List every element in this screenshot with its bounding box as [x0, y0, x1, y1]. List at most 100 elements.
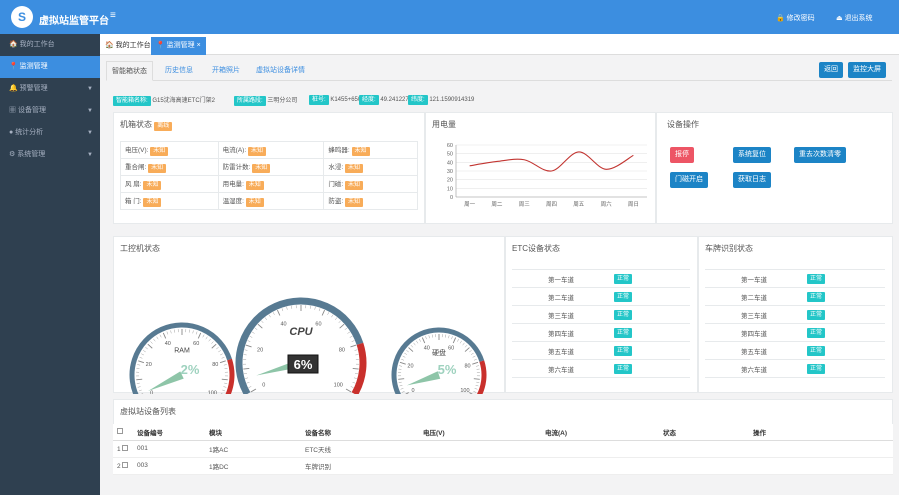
gauge-tick — [264, 317, 267, 321]
monitor-screen-button[interactable]: 监控大屏 — [848, 62, 886, 78]
table-row[interactable]: 1 001 1路AC ETC天线 — [113, 440, 893, 458]
row-checkbox[interactable] — [122, 444, 129, 451]
sidebar-item-5[interactable]: ⚙ 系统管理 ▼ — [0, 144, 100, 166]
door-open-button[interactable]: 门磁开启 — [670, 172, 708, 188]
page-tabs: 🏠 我的工作台 📍 监测管理 × — [100, 34, 899, 55]
close-icon[interactable]: × — [197, 42, 201, 49]
cabinet-cell: 箱 门: 未知 — [120, 192, 219, 210]
cabinet-cell: 风 扇: 未知 — [120, 175, 219, 193]
stop-button[interactable]: 报停 — [670, 147, 694, 163]
gauge-tick — [245, 344, 252, 348]
tab-monitoring[interactable]: 📍 监测管理 × — [151, 37, 206, 55]
sidebar-item-icon: ▦ — [9, 107, 16, 114]
gauge-tick — [421, 337, 426, 344]
sidebar-item-icon: 📍 — [9, 63, 18, 70]
tab-box-status[interactable]: 智能箱状态 — [106, 61, 153, 81]
sidebar-item-icon: 🏠 — [9, 41, 18, 48]
info-key: 纬度: — [408, 95, 428, 105]
table-row[interactable]: 2 003 1路DC 车牌识别 — [113, 457, 893, 475]
table-header-row: 设备编号 模块 设备名称 电压(V) 电流(A) 状态 操作 — [113, 424, 893, 441]
sidebar-item-icon: ⚙ — [9, 151, 16, 158]
gauge-tick — [247, 340, 251, 342]
gauge-scale-label: 0 — [150, 391, 153, 395]
gauge-tick — [202, 334, 205, 338]
power-panel: 用电量 0 10 20 30 40 50 60 周一 周二 周三 周四 周五 周六 周日 — [425, 112, 656, 224]
tab-history[interactable]: 历史信息 — [160, 61, 198, 81]
main-content: 智能箱状态 历史信息 开箱照片 虚拟站设备详情 返回 监控大屏 智能箱名称: G… — [100, 55, 899, 495]
lane-status-cell: 正常 — [610, 269, 690, 288]
lane-name: 第四车道 — [705, 323, 803, 342]
gauge-tick — [208, 338, 211, 342]
cabinet-cell: 防盗: 未知 — [323, 192, 418, 210]
tab-photos[interactable]: 开箱照片 — [207, 61, 245, 81]
lane-status: 正常 — [807, 273, 826, 284]
gauge-tick — [347, 331, 351, 334]
get-log-button[interactable]: 获取日志 — [733, 172, 771, 188]
lane-row: 第二车道 正常 — [512, 287, 690, 306]
tab-workbench[interactable]: 🏠 我的工作台 — [100, 37, 156, 55]
gauge-scale-label: 0 — [411, 388, 414, 394]
gauge-tick — [141, 393, 144, 394]
gauge-tick — [188, 329, 190, 333]
cell-code: 003 — [133, 457, 205, 475]
tab-device-detail[interactable]: 虚拟站设备详情 — [251, 61, 310, 81]
gauge-tick — [331, 314, 334, 318]
row-checkbox[interactable] — [122, 461, 129, 468]
gauge-tick — [354, 349, 358, 351]
gauge-scale-label: 20 — [146, 362, 152, 368]
lane-name: 第二车道 — [512, 287, 610, 306]
sidebar-item-2[interactable]: 🔔 预警管理 ▼ — [0, 78, 100, 100]
clear-count-button[interactable]: 重去次数清零 — [794, 147, 846, 163]
chevron-down-icon: ▼ — [87, 108, 93, 114]
vtable-title: 虚拟站设备列表 — [120, 407, 176, 416]
gauge-tick — [153, 338, 156, 342]
gauge-tick — [220, 393, 223, 394]
x-tick-label: 周一 — [464, 201, 476, 208]
gauge-tick — [137, 386, 141, 388]
gauge-tick — [352, 381, 356, 384]
gauge-tick — [174, 329, 176, 333]
gauge-tick — [138, 360, 145, 364]
cabinet-label: 水浸: — [328, 164, 344, 171]
sidebar-item-3[interactable]: ▦ 设备管理 ▼ — [0, 100, 100, 122]
x-tick-label: 周三 — [519, 201, 531, 208]
gauge-tick — [339, 323, 345, 329]
gauge-tick — [353, 377, 357, 379]
change-password-link[interactable]: 🔒 修改密码 — [776, 13, 815, 23]
gauge-tick — [268, 314, 271, 318]
sidebar-item-1[interactable]: 📍 监测管理 — [0, 56, 100, 78]
cabinet-value: 未知 — [252, 164, 271, 173]
select-all-checkbox[interactable] — [117, 427, 123, 434]
menu-toggle-icon[interactable]: ≡ — [110, 10, 116, 21]
cabinet-value: 未知 — [247, 147, 266, 156]
cabinet-label: 用电量: — [222, 181, 244, 188]
info-key: 经度: — [359, 95, 379, 105]
gauge-tick — [452, 337, 457, 344]
gauge-tick — [318, 308, 321, 312]
cabinet-table: 电压(V): 未知 电流(A): 未知 蜂鸣器: 未知 重合闸: 未知 防雷计数: 未知… — [120, 141, 418, 210]
gauge-scale-label: 20 — [407, 364, 413, 370]
cabinet-label: 防盗: — [328, 198, 344, 205]
logout-link[interactable]: ⏏ 退出系统 — [836, 13, 873, 23]
lane-name: 第三车道 — [705, 305, 803, 324]
gauge-tick — [354, 373, 359, 375]
gauge-scale-label: 100 — [208, 391, 217, 395]
gauge-tick — [136, 378, 143, 381]
lane-name: 第一车道 — [705, 269, 803, 288]
cell-module: 1路DC — [205, 457, 301, 475]
info-field: 纬度: 121.1590914319 — [408, 95, 474, 105]
cabinet-row: 重合闸: 未知 防雷计数: 未知 水浸: 未知 — [120, 158, 418, 176]
lane-status-cell: 正常 — [610, 323, 690, 342]
column-header: 状态 — [659, 424, 749, 441]
sidebar-item-0[interactable]: 🏠 我的工作台 — [0, 34, 100, 56]
lane-row: 第五车道 正常 — [512, 341, 690, 360]
gauge-tick — [218, 350, 221, 353]
system-reset-button[interactable]: 系统复位 — [733, 147, 771, 163]
back-button[interactable]: 返回 — [819, 62, 843, 78]
column-header — [113, 424, 133, 441]
gauge-scale-label: 80 — [212, 362, 218, 368]
gauge-tick — [470, 352, 474, 355]
cell-empty — [749, 457, 893, 475]
sidebar-item-4[interactable]: ● 统计分析 ▼ — [0, 122, 100, 144]
row-index: 1 — [117, 445, 121, 453]
